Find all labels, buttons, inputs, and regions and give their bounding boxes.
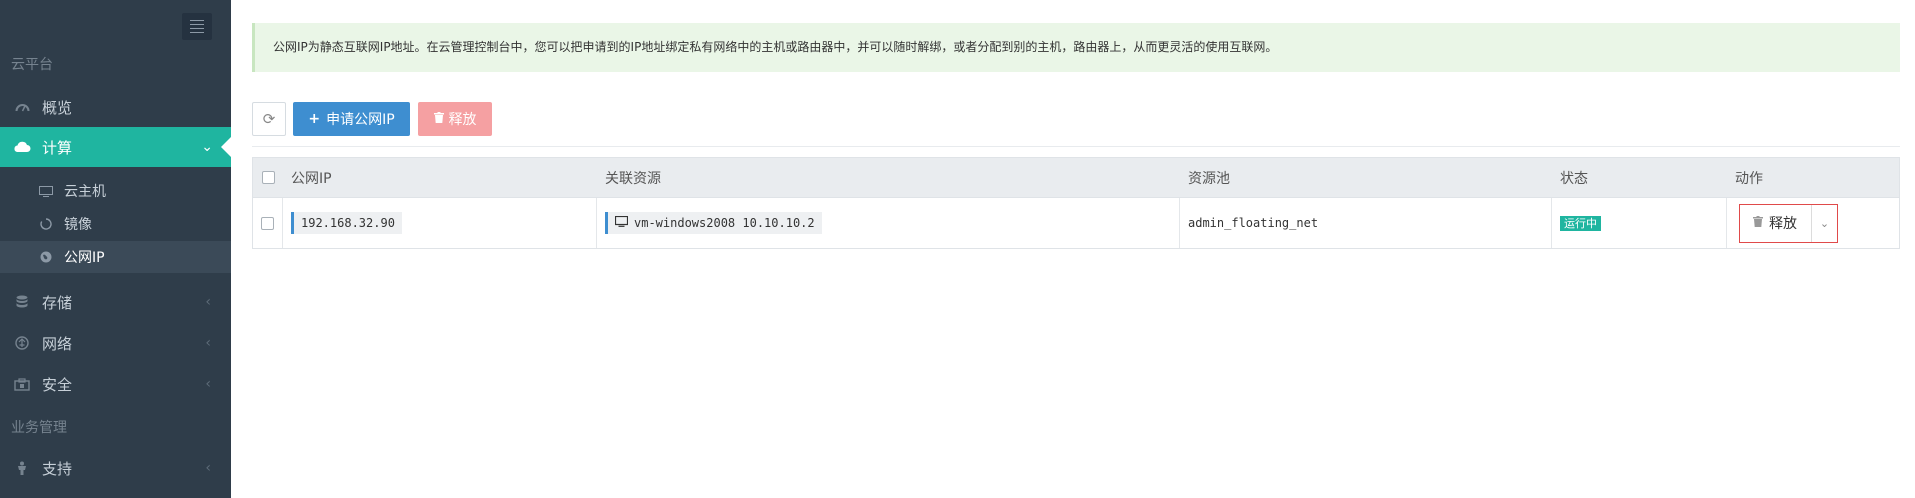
sidebar-item-overview[interactable]: 概览 [0,87,231,127]
monitor-icon [38,185,54,197]
trash-icon [1753,216,1763,230]
sidebar-item-storage[interactable]: 存储 ‹ [0,282,231,322]
row-release-button[interactable]: 释放 [1740,204,1812,242]
sidebar-item-compute[interactable]: 计算 ⌄ [0,127,231,167]
network-icon [12,336,32,350]
user-support-icon [12,461,32,476]
chevron-left-icon: ‹ [205,294,211,310]
shield-icon [12,377,32,391]
spinner-icon [38,218,54,230]
divider [252,146,1900,147]
main-content: 公网IP为静态互联网IP地址。在云管理控制台中，您可以把申请到的IP地址绑定私有… [252,0,1900,498]
pool-value: admin_floating_net [1188,216,1319,230]
menu-toggle-icon[interactable] [182,13,212,40]
chevron-left-icon: ‹ [205,460,211,476]
select-all-checkbox[interactable] [261,171,275,184]
section-label-business: 业务管理 [11,420,67,436]
resource-tag[interactable]: vm-windows2008 10.10.10.2 [605,212,822,234]
apply-public-ip-button[interactable]: + 申请公网IP [293,102,410,136]
row-checkbox[interactable] [261,216,274,230]
sidebar-item-security[interactable]: 安全 ‹ [0,364,231,404]
sidebar-subitem-image[interactable]: 镜像 [0,208,231,240]
refresh-icon: ⟳ [262,110,276,128]
chevron-down-icon[interactable]: ⌄ [1812,204,1837,242]
dashboard-icon [12,101,32,113]
info-notice: 公网IP为静态互联网IP地址。在云管理控制台中，您可以把申请到的IP地址绑定私有… [252,23,1900,72]
apply-public-ip-label: 申请公网IP [326,112,395,128]
row-release-label: 释放 [1769,216,1797,232]
column-header-status[interactable]: 状态 [1552,158,1727,197]
ip-tag[interactable]: 192.168.32.90 [291,212,402,234]
table-row: 192.168.32.90 vm-windows2008 10.10.10.2 … [253,197,1899,248]
sidebar-item-label: 计算 [42,138,73,157]
trash-icon [433,112,444,126]
monitor-icon [614,215,629,230]
status-badge: 运行中 [1560,215,1601,231]
refresh-button[interactable]: ⟳ [252,102,286,136]
release-button[interactable]: 释放 [418,102,492,136]
sidebar-subitem-public-ip[interactable]: 公网IP [0,241,231,273]
sidebar-subitem-label: 镜像 [64,217,92,233]
sidebar-item-label: 网络 [42,334,73,353]
chevron-left-icon: ‹ [205,335,211,351]
sidebar-item-support[interactable]: 支持 ‹ [0,448,231,488]
section-label-cloud: 云平台 [11,57,53,73]
row-action-group: 释放 ⌄ [1739,203,1838,243]
plus-icon: + [308,111,321,127]
sidebar-item-network[interactable]: 网络 ‹ [0,323,231,363]
sidebar-subitem-label: 公网IP [64,250,105,266]
resource-label: vm-windows2008 10.10.10.2 [634,216,815,230]
app: 云平台 概览 计算 ⌄ 云主机 镜像 公网IP 存储 ‹ 网络 ‹ 安全 ‹ 业… [0,0,1915,498]
chevron-left-icon: ‹ [205,376,211,392]
release-label: 释放 [448,112,477,128]
toolbar: ⟳ + 申请公网IP 释放 [252,102,492,136]
cloud-icon [12,141,32,153]
chevron-down-icon: ⌄ [201,139,213,155]
sidebar-item-label: 支持 [42,459,73,478]
sidebar-subitem-vm[interactable]: 云主机 [0,175,231,207]
table-header: 公网IP 关联资源 资源池 状态 动作 [253,158,1899,197]
sidebar: 云平台 概览 计算 ⌄ 云主机 镜像 公网IP 存储 ‹ 网络 ‹ 安全 ‹ 业… [0,0,231,498]
public-ip-table: 公网IP 关联资源 资源池 状态 动作 192.168.32.90 vm-win… [252,157,1900,249]
database-icon [12,295,32,309]
globe-icon [38,251,54,263]
sidebar-item-label: 概览 [42,98,73,117]
sidebar-item-label: 安全 [42,375,73,394]
sidebar-subitem-label: 云主机 [64,184,106,200]
column-header-resource[interactable]: 关联资源 [597,158,1180,197]
column-header-action: 动作 [1735,170,1763,187]
column-header-pool[interactable]: 资源池 [1180,158,1552,197]
sidebar-item-label: 存储 [42,293,73,312]
column-header-ip[interactable]: 公网IP [283,158,597,197]
